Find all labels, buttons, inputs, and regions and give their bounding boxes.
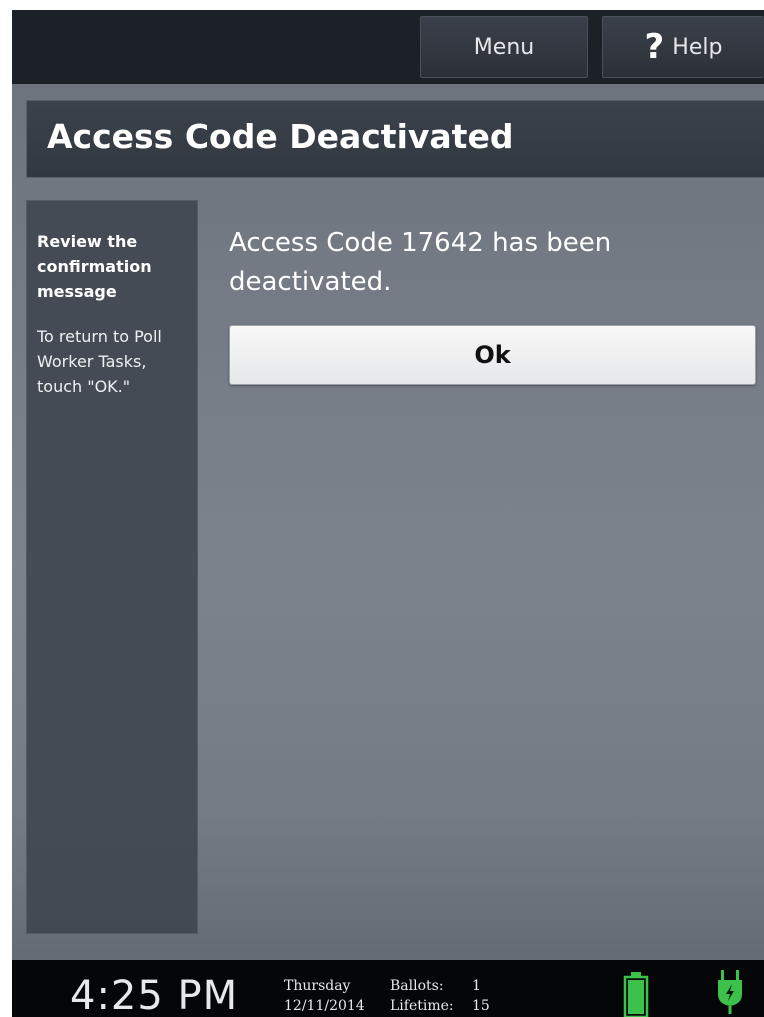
help-button[interactable]: ? Help bbox=[602, 16, 764, 78]
ballots-count: 1 bbox=[472, 978, 481, 994]
top-bar: Menu ? Help bbox=[12, 10, 764, 84]
ok-button-label: Ok bbox=[474, 341, 511, 369]
ballots-label: Ballots: bbox=[390, 978, 444, 994]
page-title: Access Code Deactivated bbox=[47, 117, 514, 156]
sidebar-heading: Review the confirmation message bbox=[37, 232, 152, 301]
sidebar-instruction: To return to Poll Worker Tasks, touch "O… bbox=[37, 327, 162, 396]
clock-time: 4:25 PM bbox=[70, 973, 239, 1017]
date-text: 12/11/2014 bbox=[284, 998, 365, 1014]
menu-button[interactable]: Menu bbox=[420, 16, 588, 78]
help-button-label: Help bbox=[672, 34, 723, 60]
header-panel: Access Code Deactivated bbox=[26, 100, 764, 178]
confirmation-message: Access Code 17642 has been deactivated. bbox=[229, 228, 612, 297]
battery-icon bbox=[623, 972, 649, 1017]
lifetime-count: 15 bbox=[472, 998, 490, 1014]
voting-machine-screen: Menu ? Help Access Code Deactivated Revi… bbox=[12, 10, 764, 1017]
weekday-text: Thursday bbox=[284, 978, 351, 994]
instruction-sidebar: Review the confirmation message To retur… bbox=[26, 200, 198, 934]
question-mark-icon: ? bbox=[644, 27, 665, 67]
ok-button[interactable]: Ok bbox=[229, 325, 756, 385]
power-plug-icon bbox=[718, 970, 742, 1014]
status-bar: 4:25 PM Thursday 12/11/2014 Ballots: 1 L… bbox=[12, 960, 764, 1017]
menu-button-label: Menu bbox=[473, 34, 535, 60]
lifetime-label: Lifetime: bbox=[390, 998, 454, 1014]
